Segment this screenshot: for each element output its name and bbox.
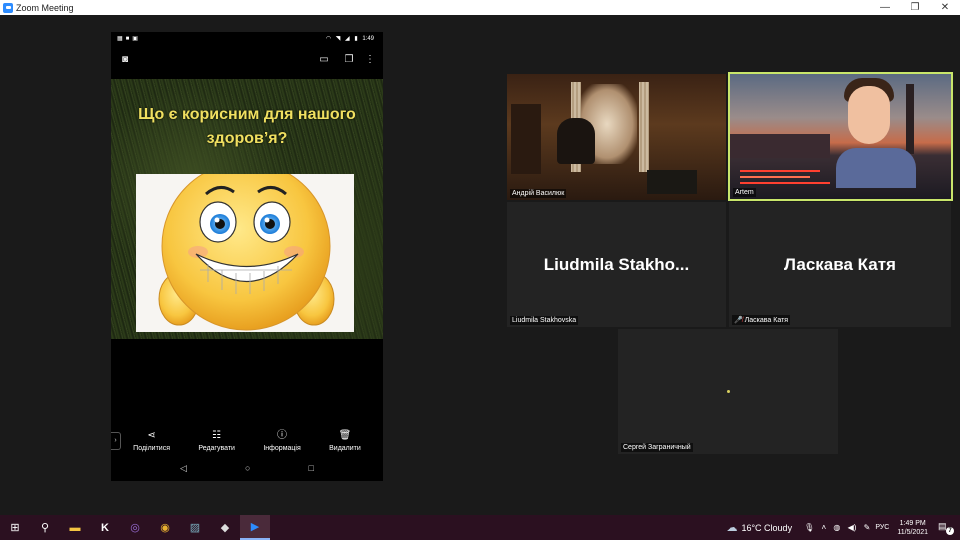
recents-icon[interactable]: □ xyxy=(309,463,314,477)
info-action[interactable]: ⓘ Інформація xyxy=(263,430,300,458)
notification-center-icon[interactable]: ▤ 7 xyxy=(938,521,954,535)
gallery-toolbar: ◙ ▭ ❐ ⋮ xyxy=(111,50,383,72)
participant-video xyxy=(507,74,726,200)
roblox-icon[interactable]: ◆ xyxy=(210,515,240,540)
share-label: Поділитися xyxy=(133,445,170,452)
close-button[interactable]: ✕ xyxy=(930,0,960,15)
battery-icon: ▮ xyxy=(354,35,358,42)
delete-label: Видалити xyxy=(329,445,361,452)
cast-icon[interactable]: ▭ xyxy=(318,54,330,66)
shared-screen: ▦ ■ ▣ ◠ ◥ ◢ ▮ 1:49 ◙ ▭ ❐ ⋮ Що є корисним д… xyxy=(111,32,383,481)
window-title: Zoom Meeting xyxy=(16,2,74,13)
gallery-action-bar: ⋖ Поділитися ☷ Редагувати ⓘ Інформація 🗑… xyxy=(111,430,383,458)
taskbar-clock[interactable]: 1:49 PM 11/5/2021 xyxy=(897,519,928,537)
chevron-up-icon[interactable]: ˄ xyxy=(821,523,826,532)
edit-action[interactable]: ☷ Редагувати xyxy=(198,430,235,458)
participant-tile-serhii[interactable]: Сергей Заграничный xyxy=(618,329,838,454)
back-icon[interactable]: ◁ xyxy=(180,463,187,477)
participant-tile-artem[interactable]: Artem xyxy=(728,72,953,201)
participant-tile-liudmila[interactable]: Liudmila Stakho... Liudmila Stakhovska xyxy=(507,202,726,327)
camera-icon[interactable]: ◙ xyxy=(119,54,131,66)
participant-name: Сергей Заграничный xyxy=(621,443,693,452)
delete-action[interactable]: 🗑 Видалити xyxy=(329,430,361,458)
participant-tile-kateryna[interactable]: Ласкава Катя 🎤̸ Ласкава Катя xyxy=(729,202,951,327)
windows-taskbar: ⊞ ⚲ ▬ K ◎ ◉ ▨ ◆ ▶ ☁ 16°C Cloudy 🎙 ˄ ◍ ◀)… xyxy=(0,515,960,540)
system-tray: ☁ 16°C Cloudy 🎙 ˄ ◍ ◀) ✎ РУС 1:49 PM 11/… xyxy=(726,515,960,540)
cloud-icon: ☁ xyxy=(726,522,738,534)
edit-label: Редагувати xyxy=(198,445,235,452)
signal-icon: ◢ xyxy=(345,35,350,42)
slideshow-icon[interactable]: ❐ xyxy=(343,54,355,66)
info-label: Інформація xyxy=(263,445,301,452)
video-placeholder-dot xyxy=(727,390,730,393)
wifi-icon: ◥ xyxy=(335,35,341,42)
participant-video xyxy=(730,74,951,199)
shared-photo: Що є корисним для нашого здоров’я? xyxy=(111,79,383,339)
phone-status-bar: ▦ ■ ▣ ◠ ◥ ◢ ▮ 1:49 xyxy=(111,32,383,44)
participant-tile-andrii[interactable]: Андрій Василюк xyxy=(507,74,726,200)
file-explorer-icon[interactable]: ▬ xyxy=(60,515,90,540)
viber-icon[interactable]: ◎ xyxy=(120,515,150,540)
participant-display-name: Ласкава Катя xyxy=(784,254,896,274)
mic-icon[interactable]: 🎙 xyxy=(804,523,814,532)
muted-mic-icon: 🎤̸ xyxy=(734,317,745,324)
notification-count: 7 xyxy=(946,526,954,535)
weather-text: 16°C Cloudy xyxy=(741,522,793,533)
home-icon[interactable]: ○ xyxy=(245,463,250,477)
share-action[interactable]: ⋖ Поділитися xyxy=(133,430,170,458)
window-titlebar: Zoom Meeting — ❐ ✕ xyxy=(0,0,960,15)
zoom-taskbar-icon[interactable]: ▶ xyxy=(240,515,270,540)
more-icon[interactable]: ⋮ xyxy=(364,54,376,66)
notification-icon: ▦ xyxy=(117,35,123,42)
start-button[interactable]: ⊞ xyxy=(0,515,30,540)
trash-icon: 🗑 xyxy=(338,430,352,441)
app-icon: ▣ xyxy=(132,35,138,42)
info-icon: ⓘ xyxy=(277,430,288,441)
language-indicator[interactable]: РУС xyxy=(875,524,889,531)
participant-name: Artem xyxy=(733,188,756,197)
image-app-icon[interactable]: ▨ xyxy=(180,515,210,540)
share-icon: ⋖ xyxy=(147,430,156,441)
sliders-icon: ☷ xyxy=(212,430,222,441)
chrome-icon[interactable]: ◉ xyxy=(150,515,180,540)
weather-widget[interactable]: ☁ 16°C Cloudy xyxy=(726,521,792,534)
zoom-app-icon xyxy=(3,2,13,13)
smiley-card xyxy=(136,161,354,332)
tray-icons: 🎙 ˄ ◍ ◀) ✎ xyxy=(804,523,875,532)
caption-line-2: здоров’я? xyxy=(206,130,288,147)
participant-name: Андрій Василюк xyxy=(510,189,567,198)
network-icon[interactable]: ◍ xyxy=(833,523,840,532)
participant-name: Liudmila Stakhovska xyxy=(510,316,579,325)
phone-clock: 1:49 xyxy=(362,35,374,42)
smiley-face-icon xyxy=(158,161,335,331)
search-icon[interactable]: ⚲ xyxy=(30,515,60,540)
pen-icon[interactable]: ✎ xyxy=(864,523,871,532)
participant-display-name: Liudmila Stakho... xyxy=(543,254,690,274)
caption-line-1: Що є корисним для нашого xyxy=(138,106,356,123)
video-icon: ■ xyxy=(125,35,130,42)
k-app-icon[interactable]: K xyxy=(90,515,120,540)
volume-icon[interactable]: ◀) xyxy=(848,523,857,532)
headphones-icon: ◠ xyxy=(325,35,332,42)
android-nav-bar: ◁ ○ □ xyxy=(111,463,383,477)
photo-caption: Що є корисним для нашого здоров’я? xyxy=(111,103,383,151)
clock-date: 11/5/2021 xyxy=(897,528,928,536)
minimize-button[interactable]: — xyxy=(870,0,900,15)
participant-name-text: Ласкава Катя xyxy=(744,317,789,324)
participant-name: 🎤̸ Ласкава Катя xyxy=(732,315,791,325)
maximize-button[interactable]: ❐ xyxy=(900,0,930,15)
clock-time: 1:49 PM xyxy=(899,519,926,527)
window-controls: — ❐ ✕ xyxy=(870,0,960,15)
